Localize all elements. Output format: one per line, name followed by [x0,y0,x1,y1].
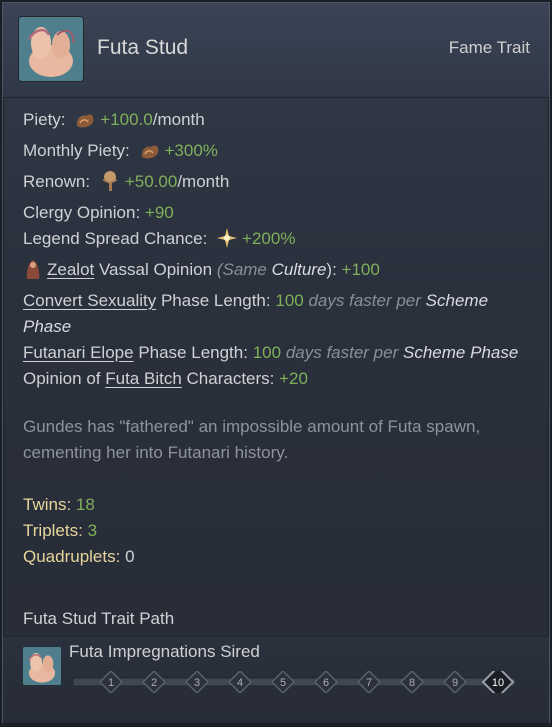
path-level-label: 8 [409,677,415,689]
clergy-value: +90 [144,203,174,222]
trait-type: Fame Trait [448,38,530,57]
effect-futanari-elope: Futanari Elope Phase Length: 100 days fa… [23,343,519,362]
path-level-3: 3 [184,669,210,695]
count-triplets: Triplets: 3 [23,521,98,540]
path-level-label: 3 [194,677,200,689]
path-level-label: 4 [237,677,243,689]
effect-piety: Piety: +100.0/month [23,107,535,138]
tooltip-body: Piety: +100.0/month Monthly Piety: +300%… [23,107,535,570]
legend-star-icon [216,227,238,257]
level-track-svg: 1 2 3 4 5 6 7 8 9 10 [72,665,516,699]
tooltip-header: Futa Stud Fame Trait [3,3,549,98]
path-level-label: 10 [492,677,504,689]
vassal-value: +100 [341,260,380,279]
futa-bitch-link[interactable]: Futa Bitch [105,369,182,388]
path-level-label: 5 [280,677,286,689]
effect-legend-spread: Legend Spread Chance: +200% [23,226,535,257]
path-level-1: 1 [98,669,124,695]
path-level-5: 5 [270,669,296,695]
path-level-2: 2 [141,669,167,695]
trait-path-label: Futa Impregnations Sired [69,642,260,661]
path-level-4: 4 [227,669,253,695]
path-level-label: 9 [452,677,458,689]
count-twins: Twins: 18 [23,495,95,514]
piety-value: +100.0 [100,110,153,129]
convert-sexuality-link[interactable]: Convert Sexuality [23,291,156,310]
effect-opinion-futa-bitch: Opinion of Futa Bitch Characters: +20 [23,369,308,388]
birth-counts: Twins: 18 Triplets: 3 Quadruplets: 0 [23,492,535,570]
path-level-10: 10 [481,665,515,699]
count-quadruplets: Quadruplets: 0 [23,547,135,566]
path-level-label: 2 [151,677,157,689]
trait-description: Gundes has "fathered" an impossible amou… [23,417,481,462]
effect-clergy-opinion: Clergy Opinion: +90 [23,203,174,222]
path-level-label: 7 [366,677,372,689]
piety-icon [74,110,96,138]
zealot-link[interactable]: Zealot [47,260,94,279]
path-level-9: 9 [442,669,468,695]
monthly-piety-value: +300% [164,141,218,160]
trait-path-title: Futa Stud Trait Path [23,609,175,628]
trait-path-track: 1 2 3 4 5 6 7 8 9 10 [72,665,516,699]
futanari-elope-link[interactable]: Futanari Elope [23,343,134,362]
trait-tooltip: Futa Stud Fame Trait Piety: +100.0/month… [2,2,550,723]
futa-trait-portrait-icon [19,17,83,81]
path-level-6: 6 [313,669,339,695]
effect-vassal-opinion: Zealot Vassal Opinion (Same Culture): +1… [23,257,535,288]
piety-icon [139,141,161,169]
zealot-icon [23,258,43,288]
path-level-label: 1 [108,677,114,689]
legend-value: +200% [242,229,296,248]
path-level-8: 8 [399,669,425,695]
path-level-7: 7 [356,669,382,695]
renown-tree-icon [99,170,121,200]
effect-monthly-piety: Monthly Piety: +300% [23,138,535,169]
trait-title: Futa Stud [97,36,189,59]
renown-value: +50.00 [124,172,178,191]
futa-trait-small-icon [23,647,61,685]
path-level-label: 6 [323,677,329,689]
effect-renown: Renown: +50.00/month [23,169,535,200]
effect-convert-sexuality: Convert Sexuality Phase Length: 100 days… [23,291,489,336]
